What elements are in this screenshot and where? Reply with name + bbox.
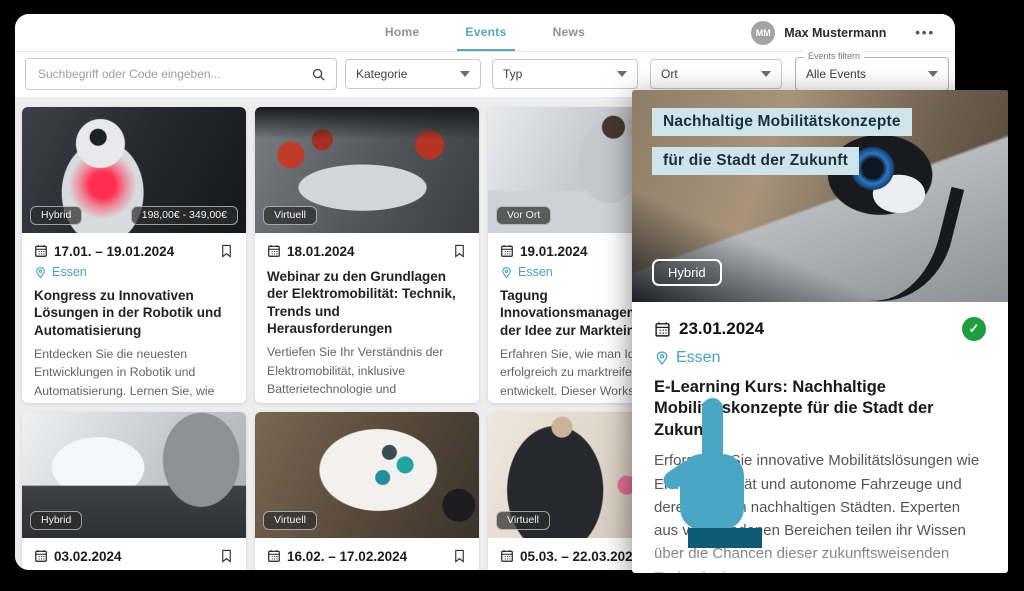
calendar-icon [267,244,281,258]
event-date: 16.02. – 17.02.2024 [287,549,407,564]
search-input[interactable] [36,66,311,82]
location-pin-icon [654,350,670,366]
event-date: 03.02.2024 [54,549,122,564]
caret-down-icon [928,71,938,77]
event-date: 05.03. – 22.03.2024 [520,549,640,564]
user-name: Max Mustermann [784,26,886,40]
event-price-badge: 198,00€ - 349,00€ [131,206,238,225]
caret-down-icon [617,71,627,77]
event-card[interactable]: Hybrid 198,00€ - 349,00€ 17.01. – 19.01.… [22,107,246,403]
event-type-badge: Vor Ort [496,206,551,225]
event-image: Virtuell [255,412,479,538]
events-filter-select[interactable]: Events filtern Alle Events [795,57,949,91]
event-card[interactable]: Virtuell 16.02. – 17.02.2024 [255,412,479,570]
events-filter-value: Alle Events [806,67,866,81]
event-detail-card[interactable]: Nachhaltige Mobilitätskonzepte für die S… [632,90,1008,573]
search-box [25,58,337,90]
screen: Home Events News MM Max Mustermann ••• K… [0,0,1024,591]
event-image: Hybrid [22,412,246,538]
event-type-badge: Virtuell [263,206,317,225]
event-type-badge: Hybrid [652,259,722,286]
category-select[interactable]: Kategorie [345,59,481,89]
event-date: 17.01. – 19.01.2024 [54,244,174,259]
event-card[interactable]: Virtuell 18.01.2024 [255,107,479,403]
tab-events[interactable]: Events [457,14,514,51]
event-type-badge: Hybrid [30,511,82,530]
location-pin-icon [34,266,47,279]
event-card-body: 03.02.2024 [22,538,246,565]
image-caption-line1: Nachhaltige Mobilitätskonzepte [652,108,912,136]
caret-down-icon [460,71,470,77]
event-date: 19.01.2024 [520,244,588,259]
app-bar: Home Events News MM Max Mustermann ••• [15,14,955,52]
calendar-icon [654,321,671,338]
check-circle-icon: ✓ [962,317,986,341]
event-image: Virtuell [255,107,479,233]
user-area: MM Max Mustermann ••• [751,14,941,51]
event-card[interactable]: Hybrid 03.02.2024 [22,412,246,570]
type-select-label: Typ [503,67,522,81]
event-description: Entdecken Sie die neuesten Entwicklungen… [34,345,234,403]
overflow-menu-icon[interactable]: ••• [909,24,941,41]
event-title: Webinar zu den Grundlagen der Elektromob… [267,268,467,337]
event-card-body: 18.01.2024 Webinar zu den Grundlagen der… [255,233,479,403]
calendar-icon [500,549,514,563]
calendar-icon [267,549,281,563]
event-detail-image: Nachhaltige Mobilitätskonzepte für die S… [632,90,1008,302]
event-location: Essen [52,265,87,279]
event-location: Essen [518,265,553,279]
location-select[interactable]: Ort [650,59,782,89]
location-pin-icon [500,266,513,279]
event-date: 18.01.2024 [287,244,355,259]
category-select-label: Kategorie [356,67,407,81]
type-select[interactable]: Typ [492,59,638,89]
calendar-icon [500,244,514,258]
event-location: Essen [676,349,720,367]
event-detail-body: 23.01.2024 ✓ Essen E-Learning Kurs: Nach… [632,302,1008,573]
image-caption-line2: für die Stadt der Zukunft [652,147,859,175]
event-card-body: 16.02. – 17.02.2024 [255,538,479,565]
event-type-badge: Virtuell [496,511,550,530]
calendar-icon [34,244,48,258]
event-card-body: 17.01. – 19.01.2024 Essen Kongress zu In… [22,233,246,403]
event-title: Kongress zu Innovativen Lösungen in der … [34,287,234,339]
event-title: E-Learning Kurs: Nachhaltige Mobilitätsk… [654,377,986,441]
event-type-badge: Virtuell [263,511,317,530]
event-image: Hybrid 198,00€ - 349,00€ [22,107,246,233]
bookmark-button[interactable] [219,242,234,260]
event-description: Vertiefen Sie Ihr Verständnis der Elektr… [267,343,467,403]
caret-down-icon [761,71,771,77]
tab-news[interactable]: News [545,14,594,51]
calendar-icon [34,549,48,563]
bookmark-button[interactable] [452,242,467,260]
event-date: 23.01.2024 [679,319,764,339]
tab-home[interactable]: Home [377,14,428,51]
avatar[interactable]: MM [751,21,775,45]
location-select-label: Ort [661,67,678,81]
events-filter-legend: Events filtern [804,51,864,63]
search-icon[interactable] [311,67,326,82]
event-description: Erforschen Sie innovative Mobilitätslösu… [654,449,986,573]
bookmark-button[interactable] [452,547,467,565]
event-type-badge: Hybrid [30,206,82,225]
bookmark-button[interactable] [219,547,234,565]
